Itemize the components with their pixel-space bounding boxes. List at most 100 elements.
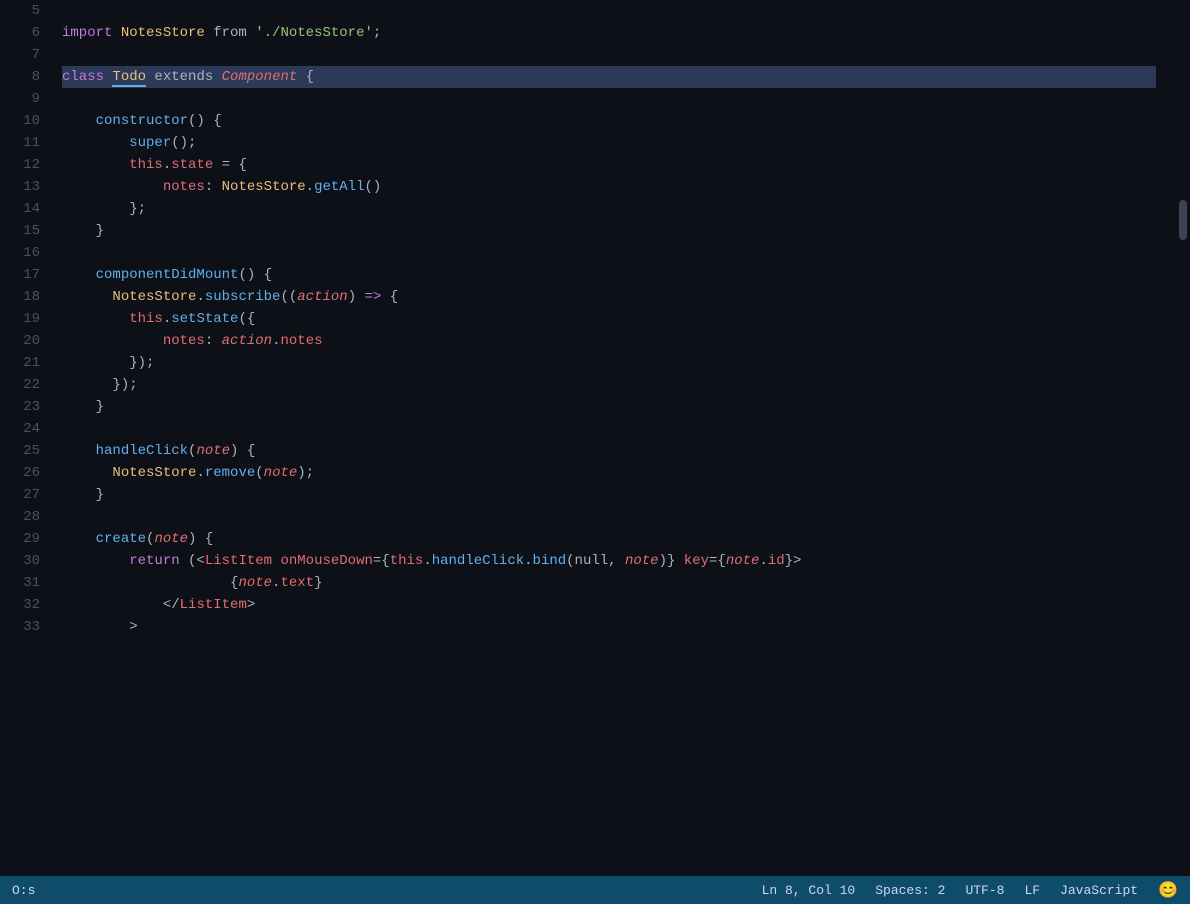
- language-mode[interactable]: JavaScript: [1060, 883, 1138, 898]
- punct-token: });: [129, 355, 154, 371]
- code-line: [62, 88, 1156, 110]
- string-token: './NotesStore': [255, 25, 373, 41]
- code-line: });: [62, 352, 1156, 374]
- line-number: 24: [0, 418, 40, 440]
- attr-name-token: onMouseDown: [280, 553, 372, 569]
- punct-token: () {: [238, 267, 272, 283]
- dot-token: .: [196, 289, 204, 305]
- code-line: >: [62, 616, 1156, 638]
- line-number: 33: [0, 616, 40, 638]
- indent2-token: [62, 135, 129, 151]
- jsx-tag-token: ListItem: [180, 597, 247, 613]
- code-line: class Todo extends Component {: [62, 66, 1156, 88]
- indent1-token: [62, 113, 96, 129]
- line-number: 31: [0, 572, 40, 594]
- param-token: note: [625, 553, 659, 569]
- param-token: note: [238, 575, 272, 591]
- code-line: }: [62, 396, 1156, 418]
- indent2-token: [62, 619, 129, 635]
- punct-token: = {: [213, 157, 247, 173]
- code-line: });: [62, 374, 1156, 396]
- store-name-token: NotesStore: [112, 289, 196, 305]
- code-line: this.setState({: [62, 308, 1156, 330]
- code-line: notes: action.notes: [62, 330, 1156, 352]
- line-number: 30: [0, 550, 40, 572]
- punct-token: });: [112, 377, 137, 393]
- dot-token: .: [163, 311, 171, 327]
- component-token: Component: [222, 69, 298, 85]
- indent1-token: [62, 267, 96, 283]
- line-number: 26: [0, 462, 40, 484]
- scrollbar-track[interactable]: [1176, 0, 1190, 876]
- property-token: notes: [163, 333, 205, 349]
- indent3-token: [62, 355, 129, 371]
- code-line: import NotesStore from './NotesStore';: [62, 22, 1156, 44]
- punct-token: {: [297, 69, 314, 85]
- line-number: 12: [0, 154, 40, 176]
- dot-token: .: [759, 553, 767, 569]
- code-line: [62, 242, 1156, 264]
- line-number: 7: [0, 44, 40, 66]
- indent2-token: [62, 201, 129, 217]
- indent3-token: [62, 179, 163, 195]
- code-line: [62, 0, 1156, 22]
- kw-from-token: from: [205, 25, 255, 41]
- code-line: }: [62, 484, 1156, 506]
- code-line: [62, 506, 1156, 528]
- store-name-token: NotesStore: [112, 465, 196, 481]
- this-kw-token: this: [390, 553, 424, 569]
- method-token: subscribe: [205, 289, 281, 305]
- indent2-token: [62, 377, 112, 393]
- method-token: bind: [533, 553, 567, 569]
- punct-token: ={: [373, 553, 390, 569]
- code-line: return (<ListItem onMouseDown={this.hand…: [62, 550, 1156, 572]
- line-number: 18: [0, 286, 40, 308]
- git-label: O:s: [12, 883, 35, 898]
- punct-token: (: [255, 465, 263, 481]
- line-number: 6: [0, 22, 40, 44]
- param-token: action: [297, 289, 347, 305]
- indent3-token: [62, 597, 163, 613]
- indent3-token: [62, 311, 129, 327]
- dot-token: .: [196, 465, 204, 481]
- scrollbar-thumb[interactable]: [1179, 200, 1187, 240]
- line-number: 25: [0, 440, 40, 462]
- code-line: }: [62, 220, 1156, 242]
- param-token: note: [196, 443, 230, 459]
- punct-token: ((: [280, 289, 297, 305]
- fn-name-token: componentDidMount: [96, 267, 239, 283]
- store-name-token: NotesStore: [121, 25, 205, 41]
- line-number: 32: [0, 594, 40, 616]
- line-number: 11: [0, 132, 40, 154]
- punct-token: }: [96, 223, 104, 239]
- indent2-token: [62, 553, 129, 569]
- method-token: handleClick: [432, 553, 524, 569]
- param-token: note: [726, 553, 760, 569]
- kw-import-token: import: [62, 25, 121, 41]
- line-number: 14: [0, 198, 40, 220]
- punct-token: (<: [188, 553, 205, 569]
- this-kw-token: this: [129, 311, 163, 327]
- fn-name-token: create: [96, 531, 146, 547]
- encoding: UTF-8: [965, 883, 1004, 898]
- line-number: 5: [0, 0, 40, 22]
- indent1-token: [62, 443, 96, 459]
- property-token: notes: [280, 333, 322, 349]
- punct-token: ) {: [230, 443, 255, 459]
- jsx-tag-token: ListItem: [205, 553, 272, 569]
- line-ending: LF: [1024, 883, 1040, 898]
- punct-token: ;: [373, 25, 381, 41]
- line-number: 23: [0, 396, 40, 418]
- method-token: remove: [205, 465, 255, 481]
- indent2-token: [62, 289, 112, 305]
- indentation: Spaces: 2: [875, 883, 945, 898]
- property-token: notes: [163, 179, 205, 195]
- line-number: 15: [0, 220, 40, 242]
- method-token: setState: [171, 311, 238, 327]
- kw-class-token: class: [62, 69, 112, 85]
- indent1-token: [62, 531, 96, 547]
- code-content[interactable]: import NotesStore from './NotesStore'; c…: [52, 0, 1176, 876]
- punct-token: >: [129, 619, 137, 635]
- indent1-token: [62, 487, 96, 503]
- indent4-token: [62, 575, 230, 591]
